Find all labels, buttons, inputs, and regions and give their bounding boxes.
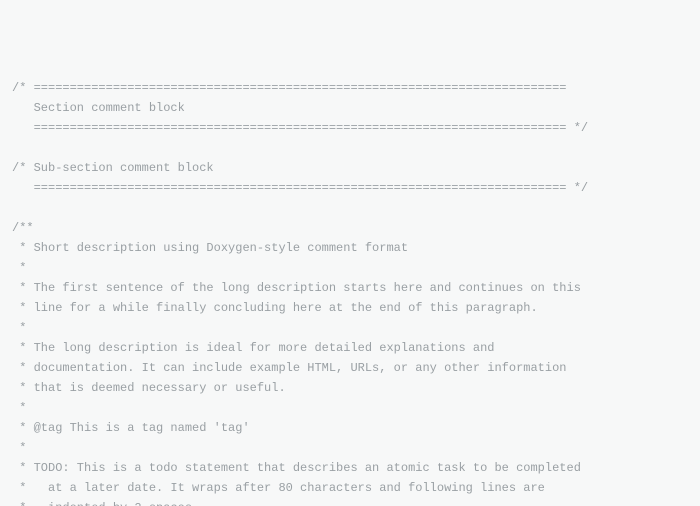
code-line: [12, 198, 686, 218]
code-line: * line for a while finally concluding he…: [12, 298, 686, 318]
code-line: *: [12, 318, 686, 338]
code-line: ========================================…: [12, 118, 686, 138]
code-line: *: [12, 258, 686, 278]
code-line: * at a later date. It wraps after 80 cha…: [12, 478, 686, 498]
code-line: * indented by 2 spaces.: [12, 498, 686, 506]
code-line: ========================================…: [12, 178, 686, 198]
code-line: * @tag This is a tag named 'tag': [12, 418, 686, 438]
code-line: Section comment block: [12, 98, 686, 118]
code-line: *: [12, 398, 686, 418]
code-line: /* =====================================…: [12, 78, 686, 98]
code-line: * documentation. It can include example …: [12, 358, 686, 378]
code-line: * TODO: This is a todo statement that de…: [12, 458, 686, 478]
code-line: * The first sentence of the long descrip…: [12, 278, 686, 298]
code-line: /**: [12, 218, 686, 238]
code-line: /* Sub-section comment block: [12, 158, 686, 178]
code-line: * The long description is ideal for more…: [12, 338, 686, 358]
code-line: [12, 138, 686, 158]
code-comment-block: /* =====================================…: [12, 78, 686, 506]
code-line: *: [12, 438, 686, 458]
code-line: * Short description using Doxygen-style …: [12, 238, 686, 258]
code-line: * that is deemed necessary or useful.: [12, 378, 686, 398]
